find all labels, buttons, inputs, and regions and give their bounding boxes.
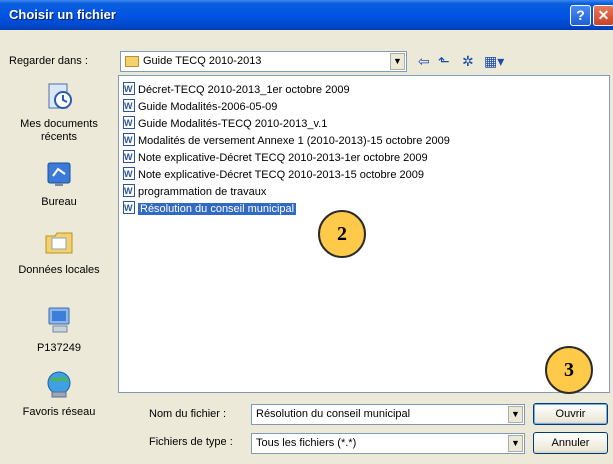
close-button[interactable]: ✕ [593, 5, 613, 26]
place-label: Bureau [41, 196, 77, 208]
list-item[interactable]: Décret-TECQ 2010-2013_1er octobre 2009 [123, 81, 350, 98]
chevron-down-icon[interactable]: ▼ [508, 435, 523, 452]
cancel-button[interactable]: Annuler [533, 432, 608, 454]
list-item-selected[interactable]: Résolution du conseil municipal [123, 200, 297, 217]
file-name: Décret-TECQ 2010-2013_1er octobre 2009 [138, 84, 350, 96]
folder-icon [125, 56, 139, 67]
up-folder-icon[interactable]: ⬑ [438, 52, 450, 70]
chevron-down-icon[interactable]: ▼ [508, 406, 523, 423]
folder-documents-icon [45, 232, 73, 254]
views-menu-icon[interactable]: ▦▾ [484, 52, 504, 70]
file-name: Guide Modalités-TECQ 2010-2013_v.1 [138, 118, 328, 130]
desktop-icon [47, 162, 71, 186]
list-item[interactable]: Note explicative-Décret TECQ 2010-2013-1… [123, 166, 424, 183]
filetype-value: Tous les fichiers (*.*) [256, 437, 357, 449]
word-document-icon [123, 81, 135, 97]
word-document-icon [123, 200, 135, 216]
chevron-down-icon[interactable]: ▼ [390, 53, 405, 70]
title-bar[interactable]: Choisir un fichier ? ✕ [0, 0, 613, 30]
open-button[interactable]: Ouvrir [533, 403, 608, 425]
file-name: Guide Modalités-2006-05-09 [138, 101, 278, 113]
place-desktop[interactable]: Bureau [3, 158, 115, 209]
lookin-label: Regarder dans : [9, 55, 88, 67]
filetype-dropdown[interactable]: Tous les fichiers (*.*) ▼ [251, 433, 525, 454]
list-item[interactable]: Guide Modalités-TECQ 2010-2013_v.1 [123, 115, 328, 132]
list-item[interactable]: Note explicative-Décret TECQ 2010-2013-1… [123, 149, 428, 166]
word-document-icon [123, 98, 135, 114]
lookin-dropdown[interactable]: Guide TECQ 2010-2013 ▼ [120, 51, 407, 72]
filetype-label: Fichiers de type : [149, 436, 233, 448]
callout-3: 3 [545, 346, 593, 394]
place-label: Favoris réseau [22, 406, 96, 418]
place-label: P137249 [36, 342, 82, 354]
place-recent-documents[interactable]: Mes documents récents [3, 80, 115, 144]
back-icon[interactable]: ⇦ [418, 52, 430, 70]
file-name: Note explicative-Décret TECQ 2010-2013-1… [138, 169, 424, 181]
list-item[interactable]: programmation de travaux [123, 183, 267, 200]
new-folder-icon[interactable]: ✲ [462, 52, 474, 70]
word-document-icon [123, 183, 135, 199]
places-bar: Mes documents récents Bureau Données loc… [3, 76, 115, 436]
word-document-icon [123, 115, 135, 131]
recent-documents-icon [48, 83, 72, 109]
computer-icon [48, 307, 70, 333]
lookin-value: Guide TECQ 2010-2013 [143, 55, 262, 67]
word-document-icon [123, 132, 135, 148]
list-item[interactable]: Modalités de versement Annexe 1 (2010-20… [123, 132, 450, 149]
network-globe-icon [47, 371, 71, 398]
place-label: Mes documents récents [20, 118, 98, 143]
list-item[interactable]: Guide Modalités-2006-05-09 [123, 98, 278, 115]
help-button[interactable]: ? [570, 5, 591, 26]
place-my-computer[interactable]: P137249 [3, 304, 115, 355]
file-name: Note explicative-Décret TECQ 2010-2013-1… [138, 152, 428, 164]
place-local-data[interactable]: Données locales [3, 226, 115, 277]
filename-value: Résolution du conseil municipal [256, 408, 411, 420]
file-dialog: Choisir un fichier ? ✕ Regarder dans : G… [0, 0, 613, 464]
window-title: Choisir un fichier [9, 7, 116, 22]
file-name: Modalités de versement Annexe 1 (2010-20… [138, 135, 450, 147]
word-document-icon [123, 166, 135, 182]
callout-2: 2 [318, 210, 366, 258]
filename-field[interactable]: Résolution du conseil municipal ▼ [251, 404, 525, 425]
filename-label: Nom du fichier : [149, 408, 227, 420]
file-name: Résolution du conseil municipal [138, 203, 297, 215]
file-name: programmation de travaux [138, 186, 267, 198]
place-network[interactable]: Favoris réseau [3, 368, 115, 419]
place-label: Données locales [18, 264, 100, 276]
word-document-icon [123, 149, 135, 165]
